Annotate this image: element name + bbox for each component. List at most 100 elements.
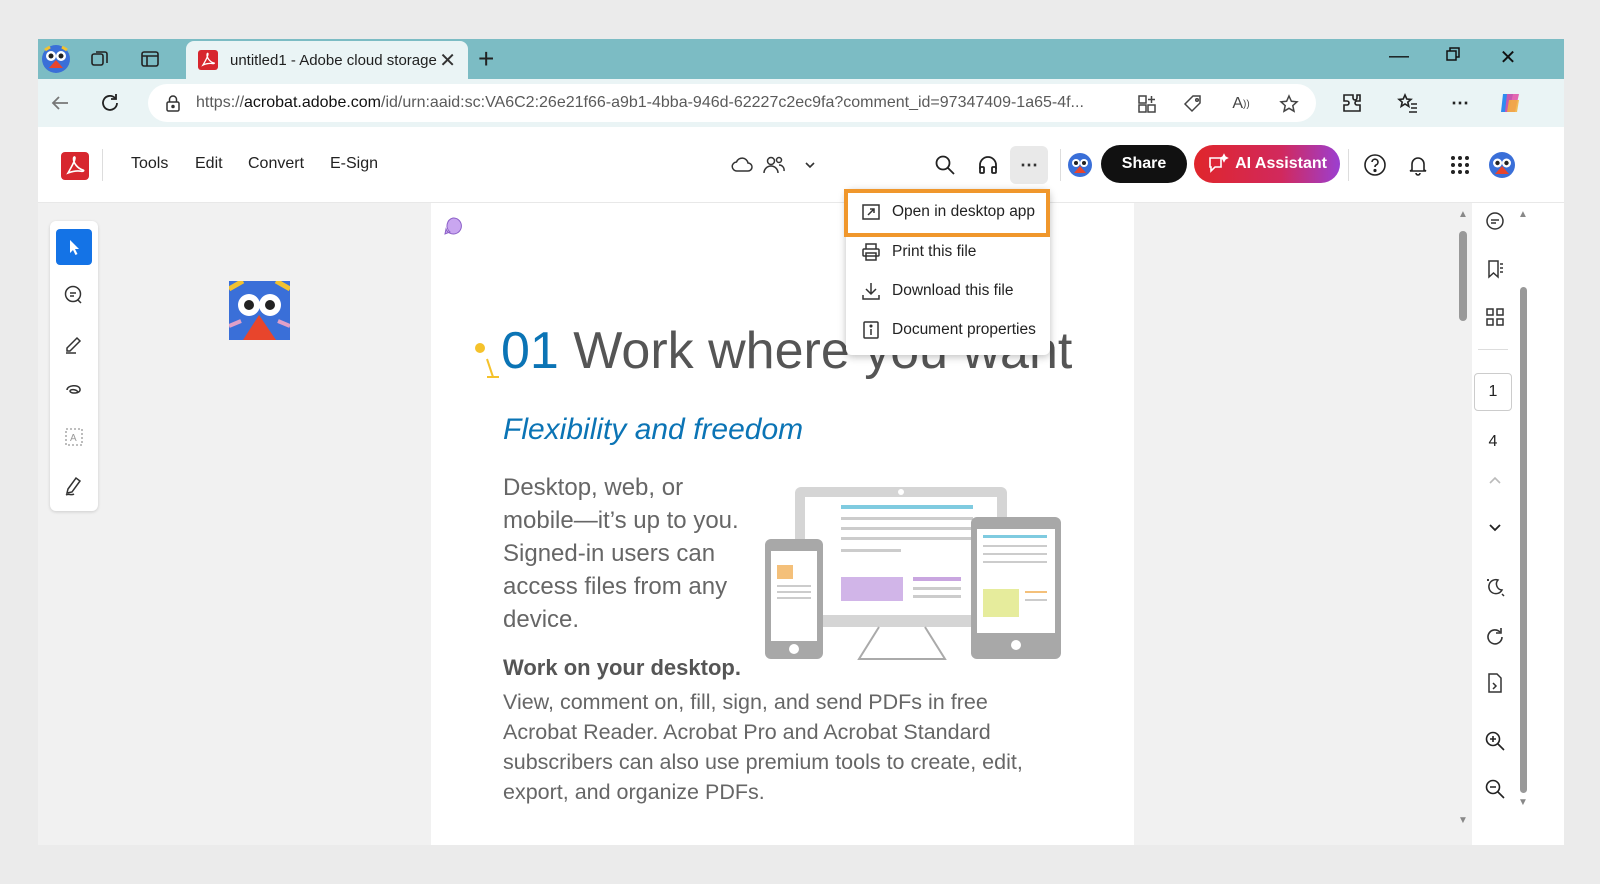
add-comment-icon[interactable] [56,277,92,313]
acrobat-favicon-icon [198,50,218,70]
tab-bar: untitled1 - Adobe cloud storage ✕ + — ✕ [38,39,1564,79]
menu-esign[interactable]: E-Sign [330,155,378,173]
menu-convert[interactable]: Convert [248,155,304,173]
close-window-icon[interactable]: ✕ [1493,45,1523,70]
svg-text:A: A [70,433,77,444]
browser-menu-icon[interactable]: ⋯ [1446,89,1474,117]
page-scrollbar[interactable]: ▲ ▼ [1518,209,1530,809]
notifications-bell-icon[interactable] [1404,151,1432,179]
menu-item-label: Document properties [892,321,1036,338]
browser-window: untitled1 - Adobe cloud storage ✕ + — ✕ … [38,39,1564,845]
apps-grid-icon[interactable] [1446,151,1474,179]
url-prefix: https:// [196,94,245,111]
cloud-icon[interactable] [728,151,756,179]
toolbar-divider [1060,149,1061,181]
url-host: acrobat.adobe.com [244,94,382,111]
menu-tools[interactable]: Tools [131,155,168,173]
app-available-icon[interactable] [1136,93,1158,115]
share-button[interactable]: Share [1101,145,1187,183]
document-scrollbar[interactable]: ▲ ▼ [1454,203,1472,845]
document-bold-heading: Work on your desktop. [503,655,741,680]
account-avatar-icon[interactable] [1488,151,1516,179]
tab-actions-icon[interactable] [138,47,162,71]
page-scroll-down-icon[interactable]: ▼ [1518,797,1528,808]
restore-icon[interactable] [1438,45,1468,68]
sign-pen-icon[interactable] [56,467,92,503]
share-people-icon[interactable] [760,151,788,179]
toolbar-divider [1348,149,1349,181]
draw-freehand-icon[interactable] [56,371,92,407]
search-icon[interactable] [931,151,959,179]
scrollbar-thumb[interactable] [1459,231,1467,321]
document-subheading: Flexibility and freedom [503,413,804,446]
select-cursor-icon[interactable] [56,229,92,265]
refresh-icon[interactable] [96,89,124,117]
current-page-field[interactable]: 1 [1474,373,1512,411]
chevron-down-icon[interactable] [796,151,824,179]
page-down-icon[interactable] [1481,513,1509,541]
zoom-in-icon[interactable] [1481,727,1509,755]
ai-assistant-button[interactable]: AI Assistant [1194,145,1340,183]
toolbar-divider [102,149,103,181]
url-field[interactable]: https://acrobat.adobe.com/id/urn:aaid:sc… [148,84,1316,122]
menu-item-label: Print this file [892,243,977,260]
ai-assistant-label: AI Assistant [1235,155,1327,172]
dark-mode-icon[interactable] [1481,573,1509,601]
address-bar-row: https://acrobat.adobe.com/id/urn:aaid:sc… [38,79,1564,127]
document-paragraph-2: View, comment on, fill, sign, and send P… [503,690,1023,804]
rotate-icon[interactable] [1481,623,1509,651]
add-text-icon[interactable]: A [56,419,92,455]
tab-title: untitled1 - Adobe cloud storage [230,51,437,69]
minimize-icon[interactable]: — [1384,45,1414,68]
new-tab-icon[interactable]: + [478,43,494,75]
rail-divider [1478,349,1508,350]
highlight-box [844,189,1050,237]
url-text: https://acrobat.adobe.com/id/urn:aaid:sc… [196,94,1116,112]
highlight-pen-icon[interactable] [56,325,92,361]
copilot-icon[interactable] [1496,89,1524,117]
lock-icon[interactable] [164,94,182,112]
user-avatar-icon[interactable] [1066,151,1094,179]
workspaces-icon[interactable] [88,47,112,71]
avatar-sticker-image [227,278,292,340]
page-scroll-up-icon[interactable]: ▲ [1518,209,1528,220]
zoom-out-icon[interactable] [1481,775,1509,803]
export-pdf-icon[interactable] [1481,669,1509,697]
page-scrollbar-thumb[interactable] [1520,287,1527,793]
menu-item-print[interactable]: Print this file [846,233,1050,271]
left-tools-panel: A [50,221,98,511]
close-tab-icon[interactable]: ✕ [439,48,456,73]
heading-number: 01 [501,322,559,380]
acrobat-toolbar: Tools Edit Convert E-Sign ⋯ Share AI Ass… [38,127,1564,203]
extensions-icon[interactable] [1338,89,1366,117]
favorite-star-icon[interactable] [1278,93,1300,115]
more-options-button[interactable]: ⋯ [1010,146,1048,184]
menu-item-download[interactable]: Download this file [846,272,1050,310]
devices-illustration [763,483,1063,663]
url-path: /id/urn:aaid:sc:VA6C2:26e21f66-a9b1-4bba… [381,94,1084,111]
headphones-icon[interactable] [974,151,1002,179]
printer-icon [860,241,882,263]
comments-panel-icon[interactable] [1481,207,1509,235]
profile-avatar-icon[interactable] [40,43,72,75]
menu-item-properties[interactable]: Document properties [846,311,1050,349]
help-icon[interactable] [1361,151,1389,179]
lightbulb-marker-icon [473,341,503,381]
bookmarks-icon[interactable] [1481,255,1509,283]
tag-icon[interactable] [1182,93,1204,115]
menu-edit[interactable]: Edit [195,155,223,173]
page-up-icon[interactable] [1481,467,1509,495]
acrobat-logo-icon[interactable] [60,151,90,181]
read-aloud-icon[interactable]: A)) [1230,93,1252,115]
comment-marker-icon[interactable] [443,216,463,236]
ai-sparkle-icon [1209,153,1229,173]
tab-active[interactable]: untitled1 - Adobe cloud storage ✕ [186,41,468,79]
scroll-up-arrow-icon[interactable]: ▲ [1458,209,1468,220]
scroll-down-arrow-icon[interactable]: ▼ [1458,815,1468,826]
favorites-bar-icon[interactable] [1394,89,1422,117]
back-icon[interactable] [46,89,74,117]
document-area: A 01 Work where you want Flexibility and… [38,203,1564,845]
document-paragraph: Desktop, web, or mobile—it’s up to you. … [503,474,739,633]
thumbnails-grid-icon[interactable] [1481,303,1509,331]
total-pages: 4 [1488,433,1498,450]
